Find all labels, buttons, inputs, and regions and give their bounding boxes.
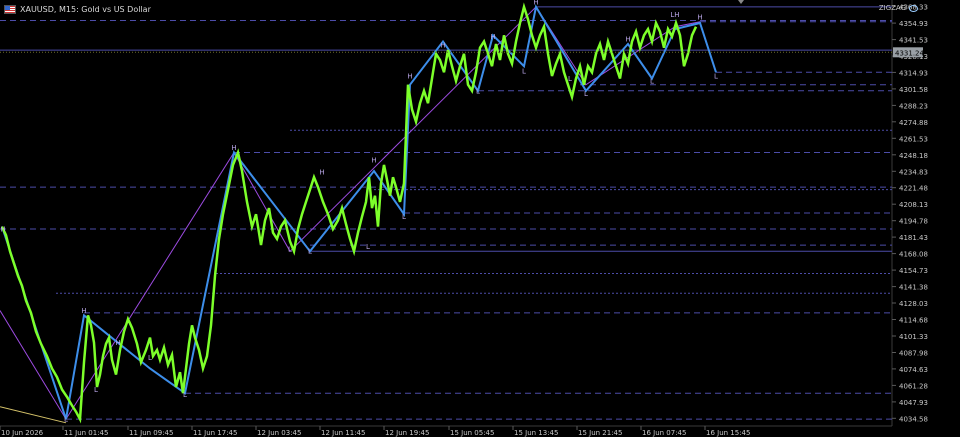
y-tick-label-22: 4074.63 <box>899 366 928 374</box>
x-tick-label-1: 11 Jun 01:45 <box>64 429 108 437</box>
swing-label-1: L <box>64 416 68 424</box>
chart-background <box>0 0 960 437</box>
swing-label-19: H <box>533 0 538 7</box>
y-tick-label-13: 4194.78 <box>899 218 928 226</box>
swing-label-13: L <box>402 213 406 221</box>
y-tick-label-9: 4248.18 <box>899 152 928 160</box>
y-tick-label-20: 4101.33 <box>899 333 928 341</box>
current-price-label: 4331.24 <box>895 49 924 57</box>
swing-label-23: L <box>650 77 654 85</box>
y-tick-label-16: 4154.73 <box>899 267 928 275</box>
us-flag-icon <box>4 4 16 14</box>
swing-label-6: L <box>183 391 187 399</box>
y-tick-label-24: 4047.93 <box>899 399 928 407</box>
x-tick-label-5: 12 Jun 11:45 <box>321 429 365 437</box>
y-tick-label-6: 4288.23 <box>899 102 928 110</box>
y-tick-label-10: 4234.83 <box>899 168 928 176</box>
swing-label-26: L <box>714 73 718 81</box>
swing-label-3: L <box>94 386 98 394</box>
x-tick-label-3: 11 Jun 17:45 <box>193 429 237 437</box>
x-tick-label-0: 10 Jun 2026 <box>1 429 44 437</box>
y-tick-label-5: 4301.58 <box>899 86 928 94</box>
cloud-icon <box>909 4 918 12</box>
price-chart[interactable]: HLHLHLLHL LHLHLHHLHLHLLHLLH HL 4368.334354… <box>0 0 960 437</box>
swing-label-10: H <box>319 169 324 177</box>
y-tick-label-25: 4034.58 <box>899 415 928 423</box>
x-tick-label-10: 16 Jun 07:45 <box>642 429 686 437</box>
swing-label-24: LH <box>670 11 679 19</box>
swing-label-11: L <box>366 243 370 251</box>
y-tick-label-8: 4261.53 <box>899 135 928 143</box>
swing-label-2: H <box>81 307 86 315</box>
swing-label-5: L <box>148 354 152 362</box>
swing-label-15: H <box>440 42 445 50</box>
y-tick-label-12: 4208.13 <box>899 201 928 209</box>
swing-label-9: L <box>308 248 312 256</box>
y-tick-label-7: 4274.88 <box>899 119 928 127</box>
x-tick-label-8: 15 Jun 13:45 <box>514 429 558 437</box>
chart-title: XAUUSD, M15: Gold vs US Dollar <box>20 4 151 14</box>
swing-label-17: H <box>490 33 495 41</box>
swing-label-25: H <box>697 13 702 21</box>
y-tick-label-14: 4181.43 <box>899 234 928 242</box>
x-tick-label-11: 16 Jun 15:45 <box>706 429 750 437</box>
y-tick-label-11: 4221.48 <box>899 185 928 193</box>
y-tick-label-18: 4128.03 <box>899 300 928 308</box>
swing-label-14: H <box>407 73 412 81</box>
x-tick-label-9: 15 Jun 21:45 <box>578 429 622 437</box>
y-tick-label-21: 4087.98 <box>899 350 928 358</box>
swing-label-18: L <box>522 68 526 76</box>
y-tick-label-1: 4354.93 <box>899 20 928 28</box>
y-tick-label-19: 4114.68 <box>899 317 928 325</box>
swing-label-16: L <box>476 87 480 95</box>
y-tick-label-15: 4168.08 <box>899 251 928 259</box>
swing-label-12: H <box>371 156 376 164</box>
y-tick-label-23: 4061.28 <box>899 382 928 390</box>
x-tick-label-2: 11 Jun 09:45 <box>129 429 173 437</box>
swing-label-7: H <box>231 144 236 152</box>
swing-label-22: H <box>625 36 630 44</box>
shift-marker-icon[interactable] <box>738 0 744 4</box>
swing-label-4: H <box>115 339 120 347</box>
swing-label-21: L <box>584 90 588 98</box>
chart-title-bar: XAUUSD, M15: Gold vs US Dollar <box>4 3 151 15</box>
indicator-name: ZIGZAG <box>878 4 906 12</box>
x-tick-label-7: 15 Jun 05:45 <box>450 429 494 437</box>
x-tick-label-4: 12 Jun 03:45 <box>257 429 301 437</box>
swing-label-0: H <box>0 226 5 234</box>
y-tick-label-4: 4314.93 <box>899 69 928 77</box>
indicator-label[interactable]: ZIGZAG <box>879 4 918 12</box>
y-tick-label-2: 4341.53 <box>899 37 928 45</box>
x-tick-label-6: 12 Jun 19:45 <box>385 429 429 437</box>
swing-label-8: L <box>288 245 292 253</box>
y-tick-label-17: 4141.38 <box>899 284 928 292</box>
swing-label-20: L <box>568 75 572 83</box>
